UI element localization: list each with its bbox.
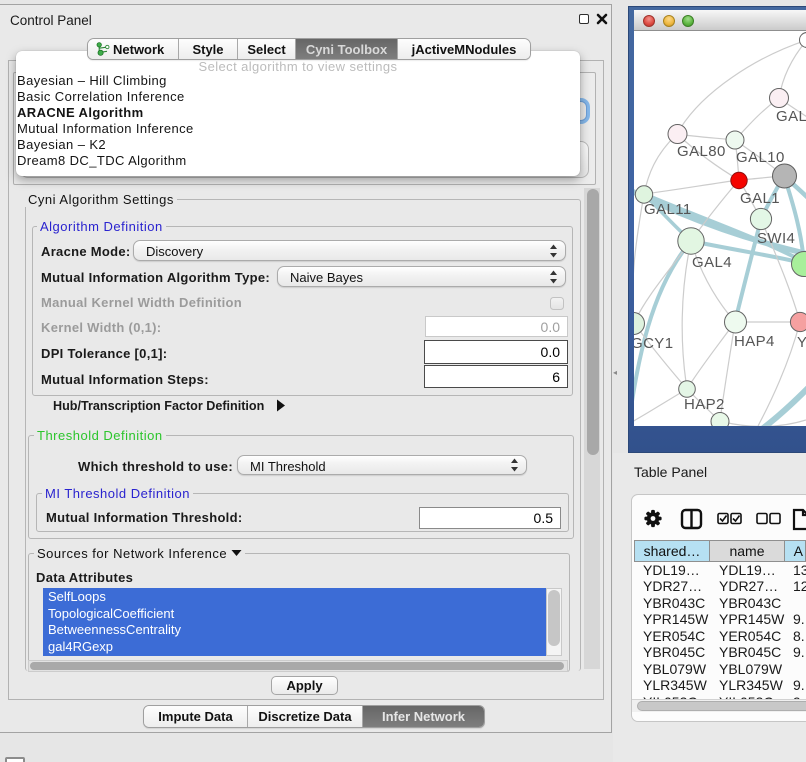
svg-text:GAL10: GAL10: [736, 149, 785, 166]
svg-text:GCY1: GCY1: [634, 335, 673, 352]
svg-text:GAL7: GAL7: [776, 108, 806, 125]
svg-text:GAL4: GAL4: [692, 254, 732, 271]
svg-text:GAL1: GAL1: [740, 190, 780, 207]
svg-text:HAP4: HAP4: [734, 333, 775, 350]
svg-text:SWI4: SWI4: [757, 230, 795, 247]
svg-text:GAL80: GAL80: [677, 143, 726, 160]
svg-text:GAL11: GAL11: [644, 201, 692, 218]
svg-text:HAP2: HAP2: [684, 396, 725, 413]
svg-text:YJ: YJ: [797, 334, 806, 351]
